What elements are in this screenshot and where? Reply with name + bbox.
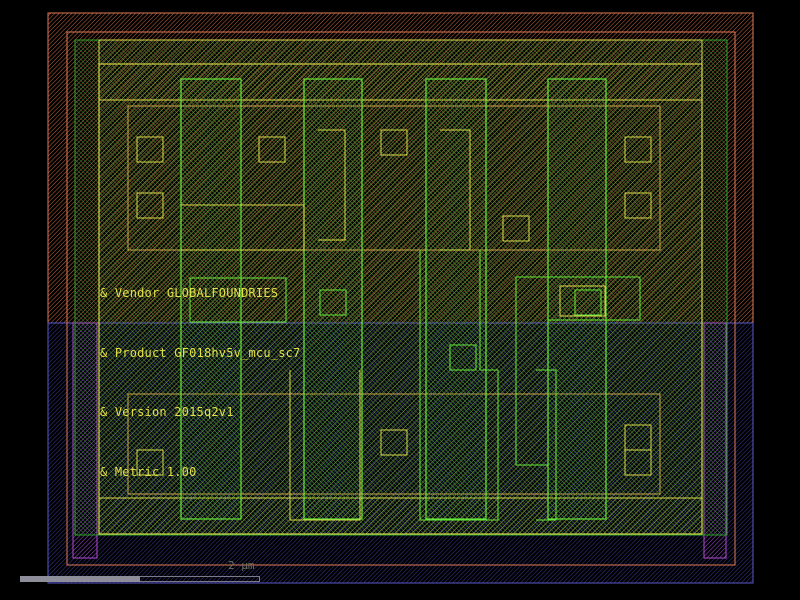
scale-bar-label: 2 µm [228,559,255,572]
poly-gate-4 [547,78,607,520]
scale-bar [20,576,260,583]
version-annotation: & Version 2015q2v1 [100,405,234,419]
vendor-annotation: & Vendor GLOBALFOUNDRIES [100,286,279,300]
metric-annotation: & Metric 1.00 [100,465,197,479]
layout-canvas[interactable] [0,0,800,600]
poly-gate-3 [425,78,487,520]
poly-gate-2 [303,78,363,520]
scale-bar-fill [20,576,140,582]
product-annotation: & Product GF018hv5v_mcu_sc7 [100,346,301,360]
